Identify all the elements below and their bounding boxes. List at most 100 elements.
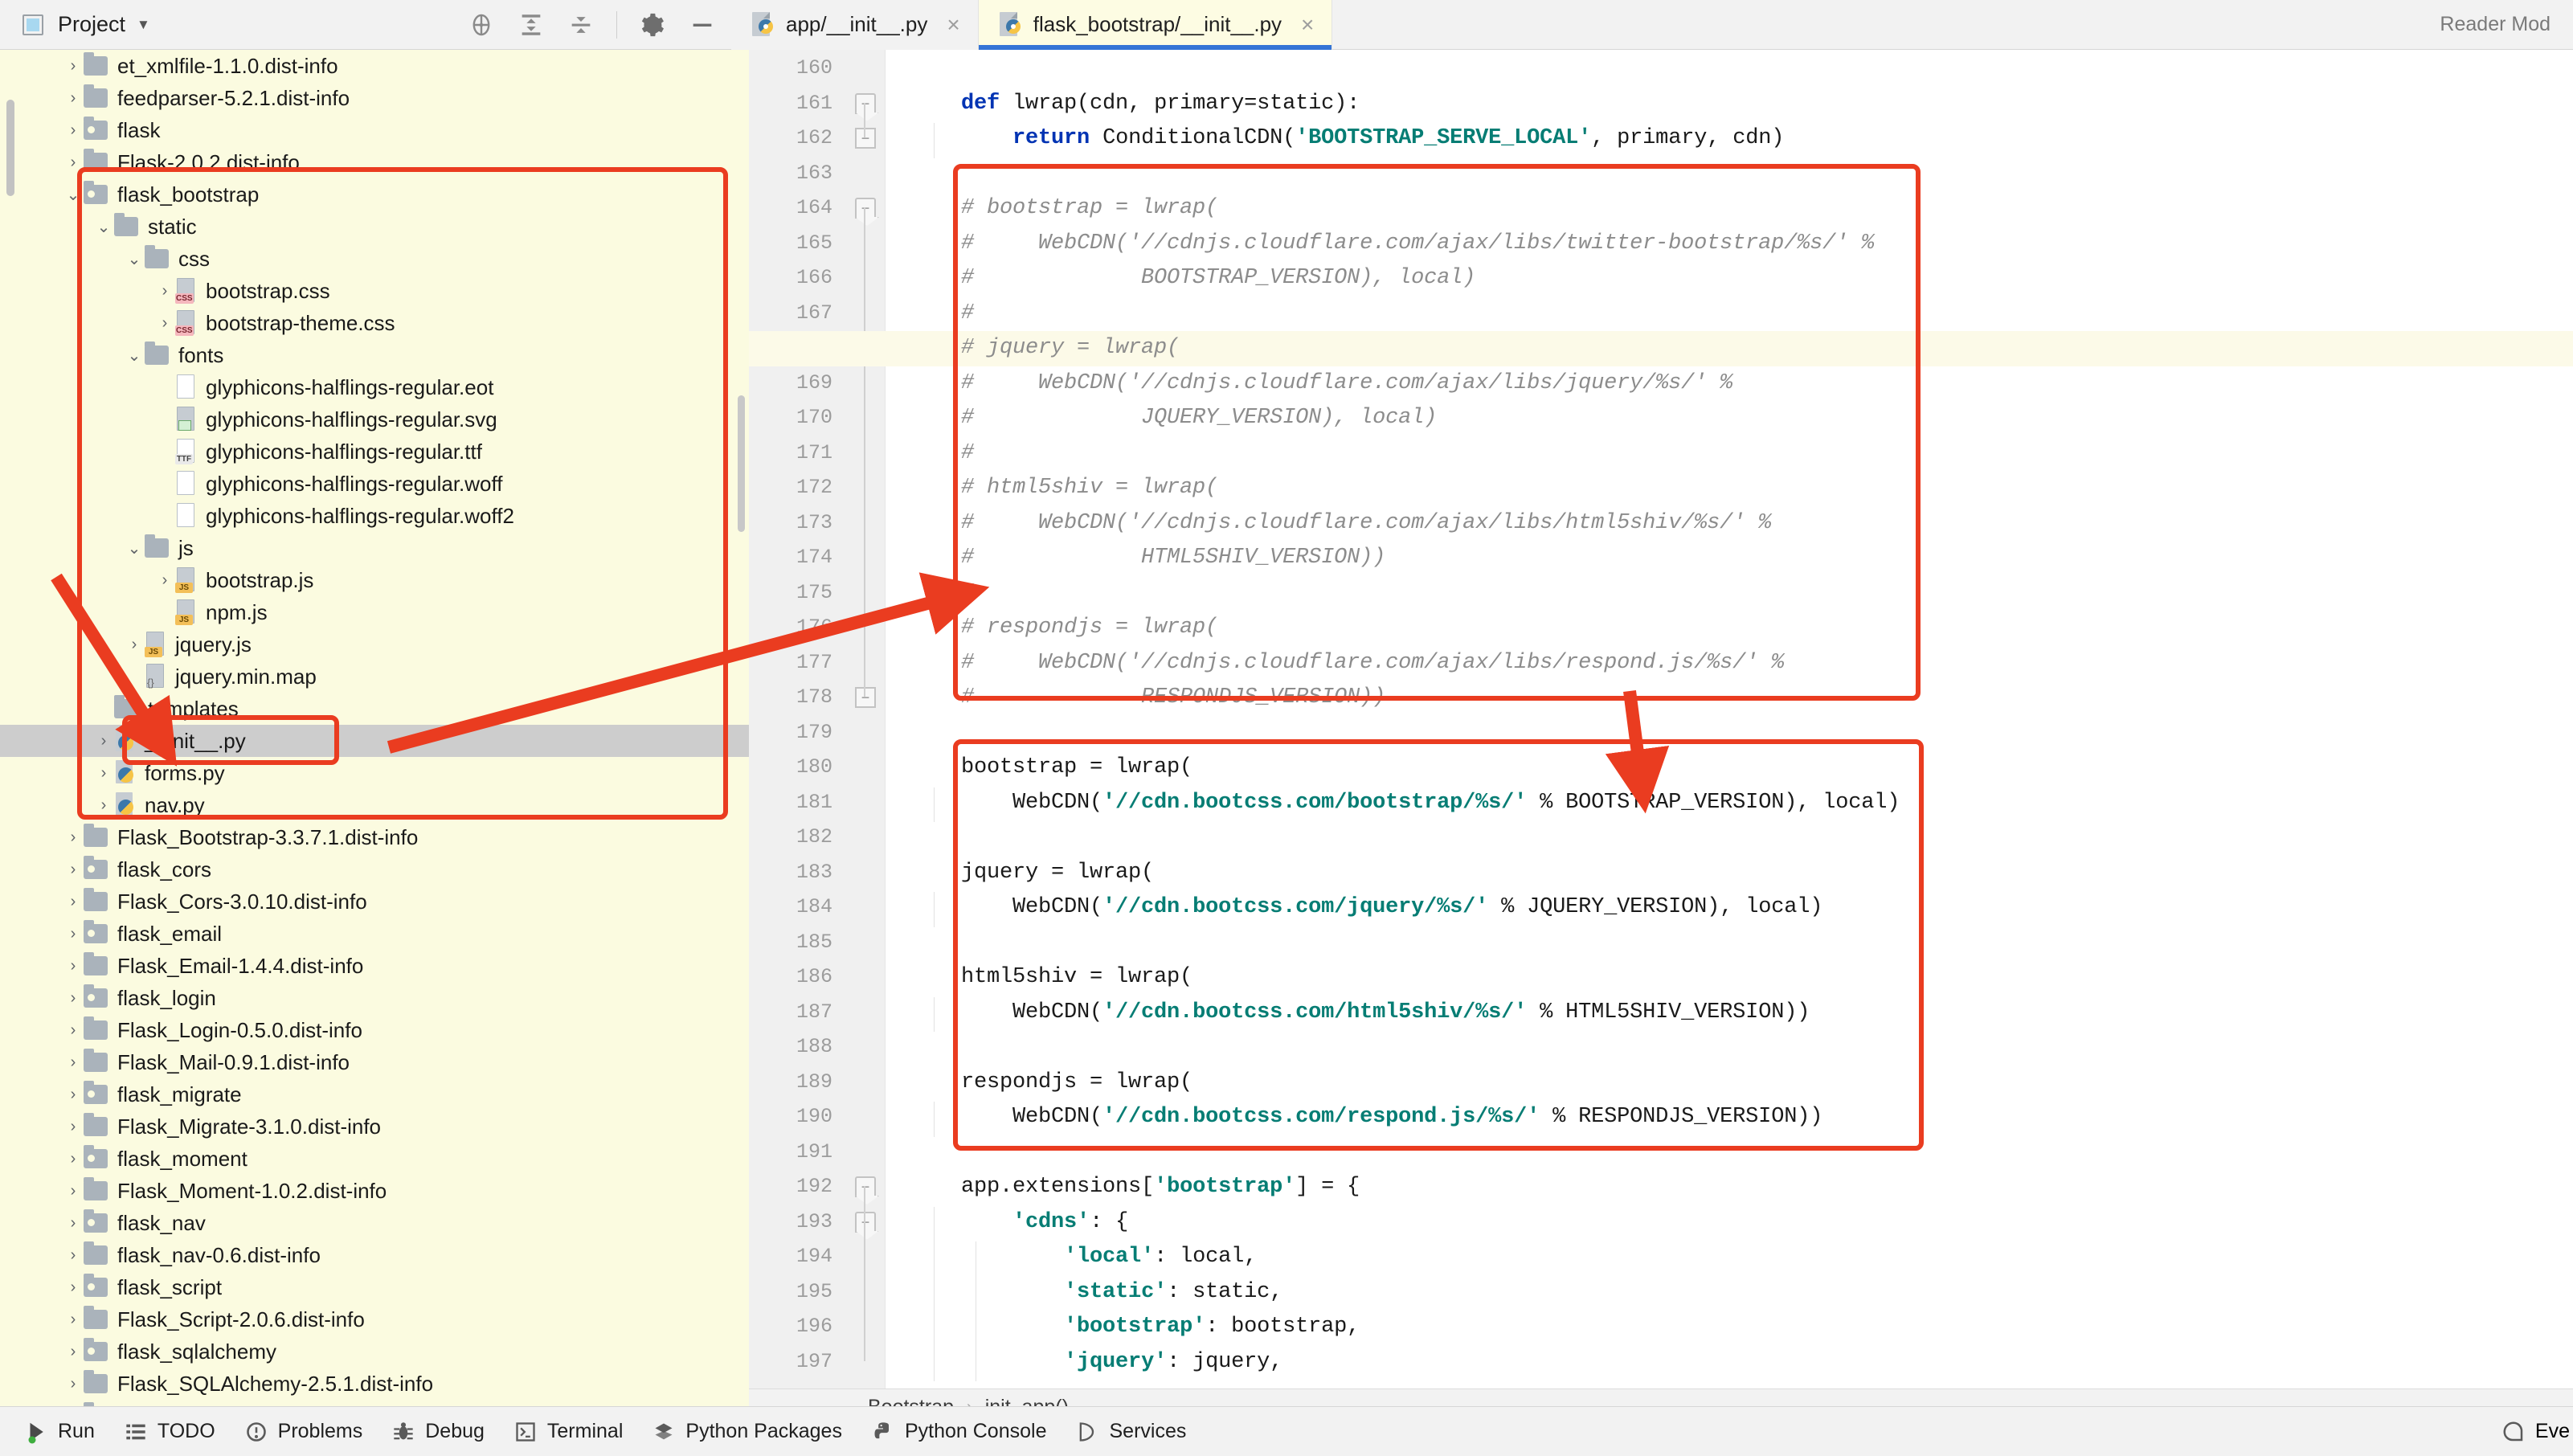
chevron-right-icon[interactable]: › — [63, 957, 84, 975]
tree-row[interactable]: ›flask_moment — [0, 1143, 749, 1175]
tree-row[interactable]: ›glyphicons-halflings-regular.woff2 — [0, 500, 749, 532]
tree-row[interactable]: ›glyphicons-halflings-regular.eot — [0, 371, 749, 403]
chevron-right-icon[interactable]: › — [154, 443, 175, 461]
tree-row[interactable]: ›flask_cors — [0, 853, 749, 885]
chevron-right-icon[interactable]: › — [63, 1150, 84, 1168]
status-terminal[interactable]: Terminal — [513, 1420, 623, 1444]
tree-row[interactable]: ›__init__.py — [0, 725, 749, 757]
tree-row[interactable]: ›flask_wtf — [0, 1400, 749, 1406]
expand-all-icon[interactable] — [517, 10, 546, 39]
tree-row[interactable]: ⌄fonts — [0, 339, 749, 371]
chevron-right-icon[interactable]: › — [93, 700, 114, 718]
chevron-right-icon[interactable]: › — [63, 1086, 84, 1104]
project-tree[interactable]: ›et_xmlfile-1.1.0.dist-info›feedparser-5… — [0, 50, 749, 1406]
chevron-right-icon[interactable]: › — [63, 1278, 84, 1297]
tree-row[interactable]: ⌄static — [0, 211, 749, 243]
chevron-right-icon[interactable]: › — [63, 861, 84, 879]
tab-app-init-py[interactable]: app/__init__.py × — [731, 0, 979, 50]
chevron-right-icon[interactable]: › — [63, 1214, 84, 1233]
status-run[interactable]: Run — [24, 1420, 95, 1444]
chevron-right-icon[interactable]: › — [154, 507, 175, 526]
chevron-down-icon[interactable]: ⌄ — [124, 249, 145, 269]
chevron-right-icon[interactable]: › — [63, 828, 84, 847]
tab-flask-bootstrap-init-py[interactable]: flask_bootstrap/__init__.py × — [979, 0, 1333, 50]
tree-row[interactable]: ⌄js — [0, 532, 749, 564]
tree-row[interactable]: ›CSSbootstrap.css — [0, 275, 749, 307]
reader-mode-label[interactable]: Reader Mod — [2440, 13, 2573, 36]
chevron-right-icon[interactable]: › — [154, 475, 175, 493]
chevron-down-icon[interactable]: ⌄ — [124, 538, 145, 558]
chevron-right-icon[interactable]: › — [93, 732, 114, 750]
chevron-down-icon[interactable]: ⌄ — [93, 217, 114, 237]
status-python-console[interactable]: Python Console — [871, 1420, 1047, 1444]
chevron-right-icon[interactable]: › — [154, 411, 175, 429]
tree-row[interactable]: ›flask_nav — [0, 1207, 749, 1239]
chevron-right-icon[interactable]: › — [154, 314, 175, 333]
code-fold-collapse-icon[interactable]: − — [855, 198, 876, 219]
chevron-right-icon[interactable]: › — [63, 1311, 84, 1329]
chevron-down-icon[interactable]: ⌄ — [63, 185, 84, 205]
code-fold-end-icon[interactable]: − — [855, 687, 876, 708]
tree-row[interactable]: ›JSnpm.js — [0, 596, 749, 628]
tree-row[interactable]: ›Flask_Mail-0.9.1.dist-info — [0, 1046, 749, 1078]
chevron-right-icon[interactable]: › — [63, 893, 84, 911]
locate-icon[interactable] — [467, 10, 496, 39]
chevron-right-icon[interactable]: › — [154, 571, 175, 590]
chevron-right-icon[interactable]: › — [63, 925, 84, 943]
status-debug[interactable]: Debug — [391, 1420, 485, 1444]
status-problems[interactable]: Problems — [244, 1420, 363, 1444]
code-fold-collapse-icon[interactable]: − — [855, 1212, 876, 1233]
tree-row[interactable]: ›glyphicons-halflings-regular.woff — [0, 468, 749, 500]
tree-row[interactable]: ›Flask_SQLAlchemy-2.5.1.dist-info — [0, 1368, 749, 1400]
code-fold-collapse-icon[interactable]: − — [855, 93, 876, 114]
chevron-right-icon[interactable]: › — [93, 764, 114, 783]
chevron-right-icon[interactable]: › — [63, 57, 84, 76]
tree-row[interactable]: ›feedparser-5.2.1.dist-info — [0, 82, 749, 114]
chevron-right-icon[interactable]: › — [63, 1118, 84, 1136]
tree-scrollbar-right[interactable] — [738, 395, 745, 532]
code-editor[interactable]: 1601611621631641651661671681691701711721… — [749, 50, 2573, 1389]
chevron-right-icon[interactable]: › — [154, 282, 175, 301]
chevron-right-icon[interactable]: › — [63, 1375, 84, 1393]
tree-row[interactable]: ⌄css — [0, 243, 749, 275]
chevron-right-icon[interactable]: › — [63, 89, 84, 108]
tree-row[interactable]: ›flask_nav-0.6.dist-info — [0, 1239, 749, 1271]
tree-row[interactable]: ›forms.py — [0, 757, 749, 789]
tree-row[interactable]: ›flask_email — [0, 918, 749, 950]
hide-panel-icon[interactable] — [688, 10, 717, 39]
status-python-packages[interactable]: Python Packages — [652, 1420, 842, 1444]
chevron-right-icon[interactable]: › — [63, 1182, 84, 1200]
tree-row[interactable]: ›Flask_Migrate-3.1.0.dist-info — [0, 1110, 749, 1143]
tree-row[interactable]: ›Flask-2.0.2.dist-info — [0, 146, 749, 178]
close-icon[interactable]: × — [947, 12, 959, 38]
code-text-area[interactable]: def lwrap(cdn, primary=static): return C… — [886, 50, 2573, 1389]
chevron-right-icon[interactable]: › — [63, 153, 84, 172]
tree-row[interactable]: ›flask_migrate — [0, 1078, 749, 1110]
code-fold-column[interactable]: −−−−−− — [844, 50, 886, 1389]
chevron-right-icon[interactable]: › — [63, 121, 84, 140]
chevron-right-icon[interactable]: › — [63, 1021, 84, 1040]
tree-row[interactable]: ›JSbootstrap.js — [0, 564, 749, 596]
tree-row[interactable]: ›TTFglyphicons-halflings-regular.ttf — [0, 436, 749, 468]
chevron-right-icon[interactable]: › — [93, 796, 114, 815]
chevron-right-icon[interactable]: › — [124, 668, 145, 686]
chevron-right-icon[interactable]: › — [63, 1343, 84, 1361]
tree-row[interactable]: ›et_xmlfile-1.1.0.dist-info — [0, 50, 749, 82]
tree-row[interactable]: ›flask_login — [0, 982, 749, 1014]
tree-row[interactable]: ⌄flask_bootstrap — [0, 178, 749, 211]
tree-row[interactable]: ›Flask_Email-1.4.4.dist-info — [0, 950, 749, 982]
chevron-right-icon[interactable]: › — [154, 603, 175, 622]
close-icon[interactable]: × — [1301, 12, 1314, 38]
chevron-down-icon[interactable]: ⌄ — [124, 346, 145, 366]
tree-row[interactable]: ›JSjquery.js — [0, 628, 749, 661]
tree-row[interactable]: ›flask — [0, 114, 749, 146]
tree-row[interactable]: ›Flask_Cors-3.0.10.dist-info — [0, 885, 749, 918]
tree-row[interactable]: ›CSSbootstrap-theme.css — [0, 307, 749, 339]
tree-row[interactable]: ›flask_sqlalchemy — [0, 1335, 749, 1368]
settings-gear-icon[interactable] — [638, 10, 667, 39]
status-services[interactable]: Services — [1075, 1420, 1186, 1444]
chevron-down-icon[interactable]: ▼ — [137, 17, 150, 33]
tree-row[interactable]: ›Flask_Moment-1.0.2.dist-info — [0, 1175, 749, 1207]
tree-row[interactable]: ›nav.py — [0, 789, 749, 821]
collapse-all-icon[interactable] — [567, 10, 595, 39]
